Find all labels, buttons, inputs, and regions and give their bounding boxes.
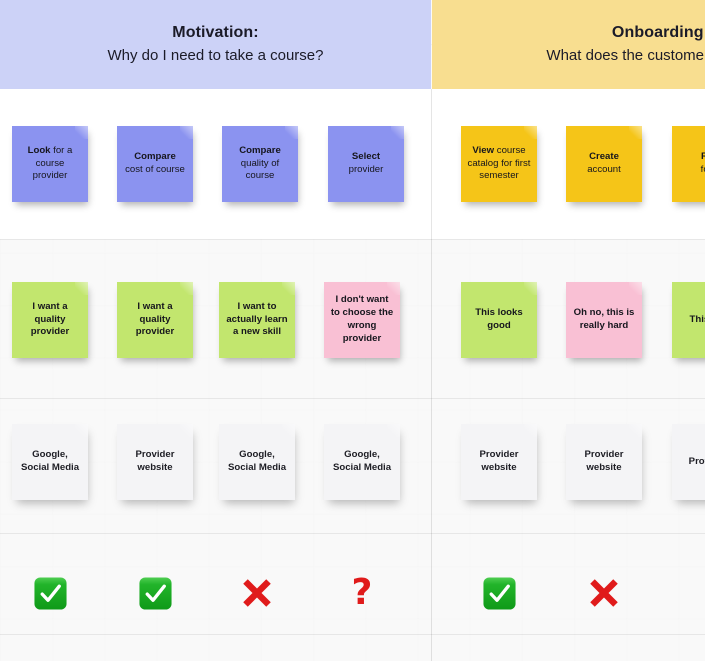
- row-rule-4: [0, 634, 705, 635]
- touchpoint-note[interactable]: Google, Social Media: [324, 424, 400, 500]
- action-note[interactable]: Look for a course provider: [12, 126, 88, 202]
- emotion-note[interactable]: I don't want to choose the wrong provide…: [324, 282, 400, 358]
- row-rule-1: [0, 239, 705, 240]
- status-check-mark-button-icon[interactable]: [12, 563, 88, 623]
- phase-subtitle-motivation: Why do I need to take a course?: [107, 46, 324, 64]
- phase-divider: [431, 89, 432, 661]
- emotion-note-text: Oh no, this is really hard: [573, 307, 635, 331]
- action-note-lead: Create: [589, 151, 619, 163]
- touchpoint-note-text: Google, Social Media: [227, 449, 287, 473]
- emotion-note-text: This s ea: [689, 313, 705, 325]
- touchpoint-note[interactable]: Google, Social Media: [219, 424, 295, 500]
- phase-header-onboarding[interactable]: Onboarding: What does the customer: [432, 0, 705, 89]
- emotion-note[interactable]: This looks good: [461, 282, 537, 358]
- status-check-mark-button-icon[interactable]: [117, 563, 193, 623]
- action-note[interactable]: Regfor c: [672, 126, 705, 202]
- action-note-rest: quality of course: [240, 157, 280, 182]
- emotion-note[interactable]: I want to actually learn a new skill: [219, 282, 295, 358]
- action-note[interactable]: Create account: [566, 126, 642, 202]
- emotion-note[interactable]: I want a quality provider: [12, 282, 88, 358]
- action-note-rest: for c: [700, 164, 705, 175]
- emotion-note[interactable]: This s ea: [672, 282, 705, 358]
- touchpoint-note[interactable]: Provider website: [566, 424, 642, 500]
- emotion-note-text: I don't want to choose the wrong provide…: [330, 294, 394, 344]
- status-question-mark-icon[interactable]: ?: [324, 563, 400, 623]
- touchpoint-note[interactable]: Provider website: [117, 424, 193, 500]
- journey-map-canvas: Motivation: Why do I need to take a cour…: [0, 0, 705, 661]
- emotion-note-text: I want a quality provider: [30, 300, 70, 338]
- action-note[interactable]: View course catalog for first semester: [461, 126, 537, 202]
- touchpoint-note[interactable]: Provider website: [461, 424, 537, 500]
- status-check-mark-button-icon[interactable]: [688, 563, 705, 623]
- action-note[interactable]: Compare quality of course: [222, 126, 298, 202]
- touchpoint-note-text: Provider website: [135, 449, 175, 473]
- emotion-note-text: I want to actually learn a new skill: [226, 300, 288, 338]
- action-note[interactable]: Compare cost of course: [117, 126, 193, 202]
- touchpoint-note-text: Provider website: [479, 449, 519, 473]
- row-rule-2: [0, 398, 705, 399]
- action-note-rest: cost of course: [125, 164, 185, 175]
- action-note-lead: Reg: [700, 151, 705, 163]
- touchpoint-note-text: Google, Social Media: [20, 449, 80, 473]
- phase-subtitle-onboarding: What does the customer: [546, 46, 705, 64]
- action-note-lead: Look: [27, 144, 51, 156]
- action-note-lead: Select: [351, 151, 381, 163]
- status-cross-mark-icon[interactable]: [566, 563, 642, 623]
- touchpoint-note-text: Prov web: [688, 455, 705, 467]
- emotion-note-text: I want a quality provider: [135, 300, 175, 338]
- action-note-lead: Compare: [134, 151, 176, 163]
- touchpoint-note[interactable]: Prov web: [672, 424, 705, 500]
- question-mark-glyph: ?: [351, 572, 373, 613]
- action-note-lead: Compare: [239, 144, 281, 156]
- action-note[interactable]: Select provider: [328, 126, 404, 202]
- phase-title-motivation: Motivation:: [172, 24, 259, 42]
- status-cross-mark-icon[interactable]: [219, 563, 295, 623]
- phase-title-onboarding: Onboarding:: [611, 24, 705, 42]
- touchpoint-note-text: Provider website: [584, 449, 624, 473]
- status-check-mark-button-icon[interactable]: [461, 563, 537, 623]
- emotion-note[interactable]: I want a quality provider: [117, 282, 193, 358]
- action-note-rest: provider: [348, 164, 384, 175]
- touchpoint-note-text: Google, Social Media: [332, 449, 392, 473]
- phase-header-motivation[interactable]: Motivation: Why do I need to take a cour…: [0, 0, 431, 89]
- touchpoint-note[interactable]: Google, Social Media: [12, 424, 88, 500]
- row-rule-3: [0, 533, 705, 534]
- emotion-note-text: This looks good: [475, 307, 523, 331]
- phase-header-row: Motivation: Why do I need to take a cour…: [0, 0, 705, 89]
- action-note-rest: account: [587, 164, 621, 175]
- emotion-note[interactable]: Oh no, this is really hard: [566, 282, 642, 358]
- action-note-lead: View: [472, 144, 495, 156]
